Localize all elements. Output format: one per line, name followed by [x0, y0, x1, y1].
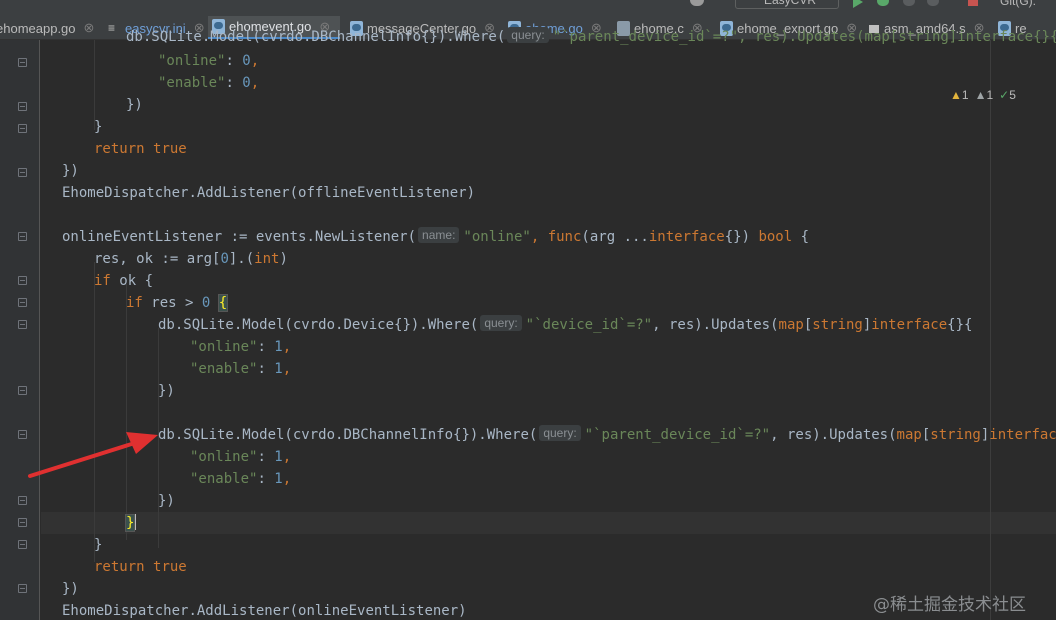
- watermark: @稀土掘金技术社区: [873, 595, 1026, 615]
- run-icon[interactable]: [853, 0, 863, 8]
- tab-ehomeapp-go[interactable]: ehomeapp.go ⊗: [0, 16, 96, 39]
- annotation-arrow-icon: [28, 432, 158, 478]
- code-editor[interactable]: ▲1 ▲1 ✓5 db.SQLite.Model(cvrdo.DBChannel…: [0, 27, 1056, 620]
- coverage-icon[interactable]: [903, 0, 915, 6]
- run-configuration-dropdown[interactable]: EasyCVR: [735, 0, 839, 9]
- stop-icon[interactable]: [968, 0, 978, 6]
- close-icon[interactable]: ⊗: [84, 20, 95, 36]
- tab-label: ehomeapp.go: [0, 20, 76, 36]
- debug-icon[interactable]: [877, 0, 889, 6]
- git-menu-label[interactable]: Git(G):: [1000, 0, 1036, 8]
- user-icon[interactable]: [690, 0, 704, 6]
- ini-file-icon: ≡: [108, 20, 116, 35]
- profile-icon[interactable]: [927, 0, 939, 6]
